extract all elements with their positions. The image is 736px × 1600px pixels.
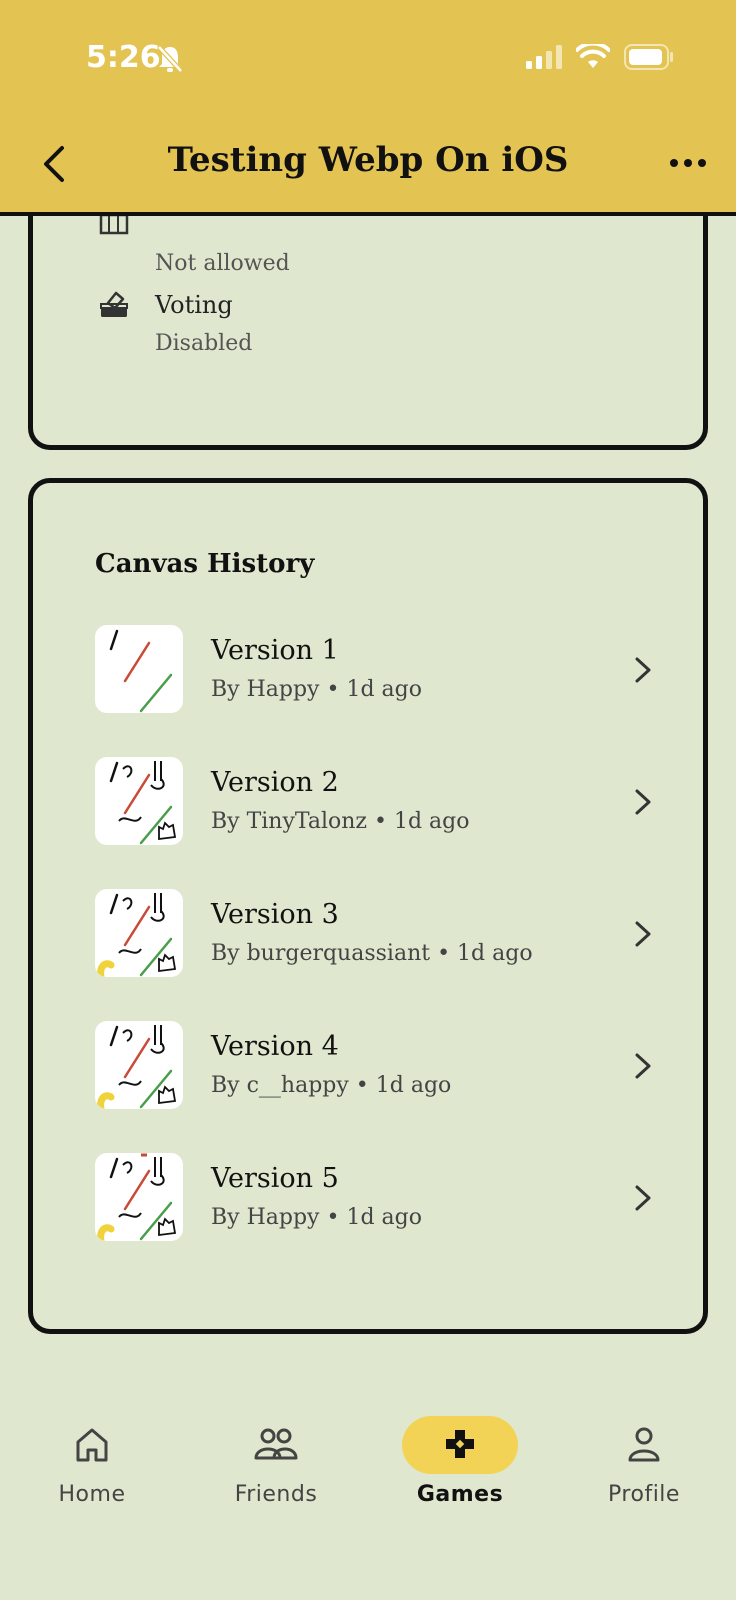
version-name: Version 3 [211,899,339,930]
page-title: Testing Webp On iOS [167,140,569,180]
version-row[interactable]: Version 5 By Happy • 1d ago [95,1153,655,1245]
nav-label-games: Games [416,1482,504,1507]
nav-label-home: Home [58,1482,126,1507]
version-meta: By Happy • 1d ago [211,677,422,702]
bell-muted-icon [157,45,183,73]
profile-icon [628,1427,660,1462]
chevron-right-icon [635,1053,651,1079]
version-thumbnail [95,757,183,845]
version-row[interactable]: Version 1 By Happy • 1d ago [95,625,655,717]
chevron-right-icon [635,921,651,947]
version-thumbnail [95,889,183,977]
nav-item-profile[interactable]: Profile [564,1390,724,1510]
app-header: 5:26 Testing Webp On iOS [0,0,736,216]
version-row[interactable]: Version 4 By c__happy • 1d ago [95,1021,655,1113]
version-meta: By burgerquassiant • 1d ago [211,941,533,966]
version-name: Version 1 [211,635,339,666]
chevron-right-icon [635,789,651,815]
nav-item-friends[interactable]: Friends [196,1390,356,1510]
version-name: Version 5 [211,1163,339,1194]
signal-icon [526,45,562,69]
status-indicators [526,44,674,70]
setting-value-voting: Disabled [155,331,253,356]
version-meta: By Happy • 1d ago [211,1205,422,1230]
section-title: Canvas History [95,549,315,579]
canvas-history-card: Canvas History Version 1 By Happy • 1d a… [28,478,708,1334]
gamepad-icon [446,1430,474,1458]
ballot-box-icon [100,291,128,317]
home-icon [76,1428,108,1462]
wifi-icon [576,44,610,68]
version-name: Version 2 [211,767,339,798]
nav-item-home[interactable]: Home [12,1390,172,1510]
bottom-nav: Home Friends Games Profile [0,1390,736,1510]
setting-value: Not allowed [155,251,290,276]
nav-item-games[interactable]: Games [380,1390,540,1510]
status-time: 5:26 [86,40,161,75]
version-thumbnail [95,1153,183,1241]
version-meta: By c__happy • 1d ago [211,1073,452,1098]
setting-label-voting: Voting [155,291,233,319]
version-row[interactable]: Version 3 By burgerquassiant • 1d ago [95,889,655,981]
battery-icon [624,44,673,70]
nav-label-profile: Profile [608,1482,680,1507]
version-thumbnail [95,1021,183,1109]
version-name: Version 4 [211,1031,339,1062]
version-thumbnail [95,625,183,713]
chevron-right-icon [635,657,651,683]
chevron-right-icon [635,1185,651,1211]
version-meta: By TinyTalonz • 1d ago [211,809,470,834]
friends-icon [254,1428,298,1460]
nav-label-friends: Friends [234,1482,318,1507]
more-options-icon[interactable] [668,150,708,176]
version-row[interactable]: Version 2 By TinyTalonz • 1d ago [95,757,655,849]
